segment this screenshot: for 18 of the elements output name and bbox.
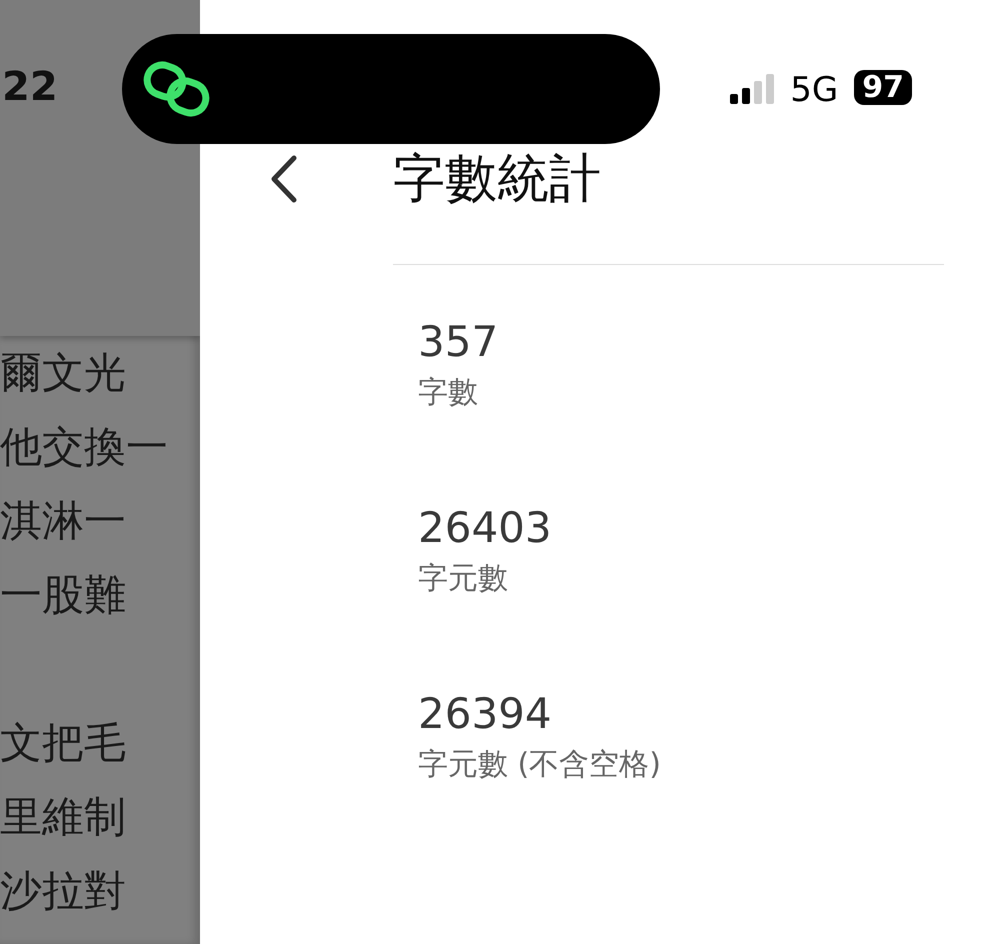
stat-label: 字元數 (不含空格) (418, 746, 662, 784)
document-text-line: 他交換一 (0, 422, 168, 471)
network-label: 5G (790, 70, 838, 110)
document-text-line: 里維制 (0, 792, 126, 841)
battery-indicator: 97 (854, 70, 912, 105)
stat-value: 357 (418, 317, 500, 366)
stat-label: 字元數 (418, 560, 509, 598)
link-icon (142, 61, 212, 117)
status-time: 22 (2, 64, 58, 110)
stat-label: 字數 (418, 374, 479, 412)
document-text-line: 文把毛 (0, 718, 126, 767)
stat-value: 26403 (418, 503, 553, 552)
document-text-line: 淇淋一 (0, 496, 126, 545)
document-text-line: 沙拉對 (0, 866, 126, 915)
page-title: 字數統計 (393, 148, 601, 211)
document-text-line: 爾文光 (0, 348, 126, 397)
stat-value: 26394 (418, 689, 553, 738)
document-text-line: 一股難 (0, 570, 126, 619)
